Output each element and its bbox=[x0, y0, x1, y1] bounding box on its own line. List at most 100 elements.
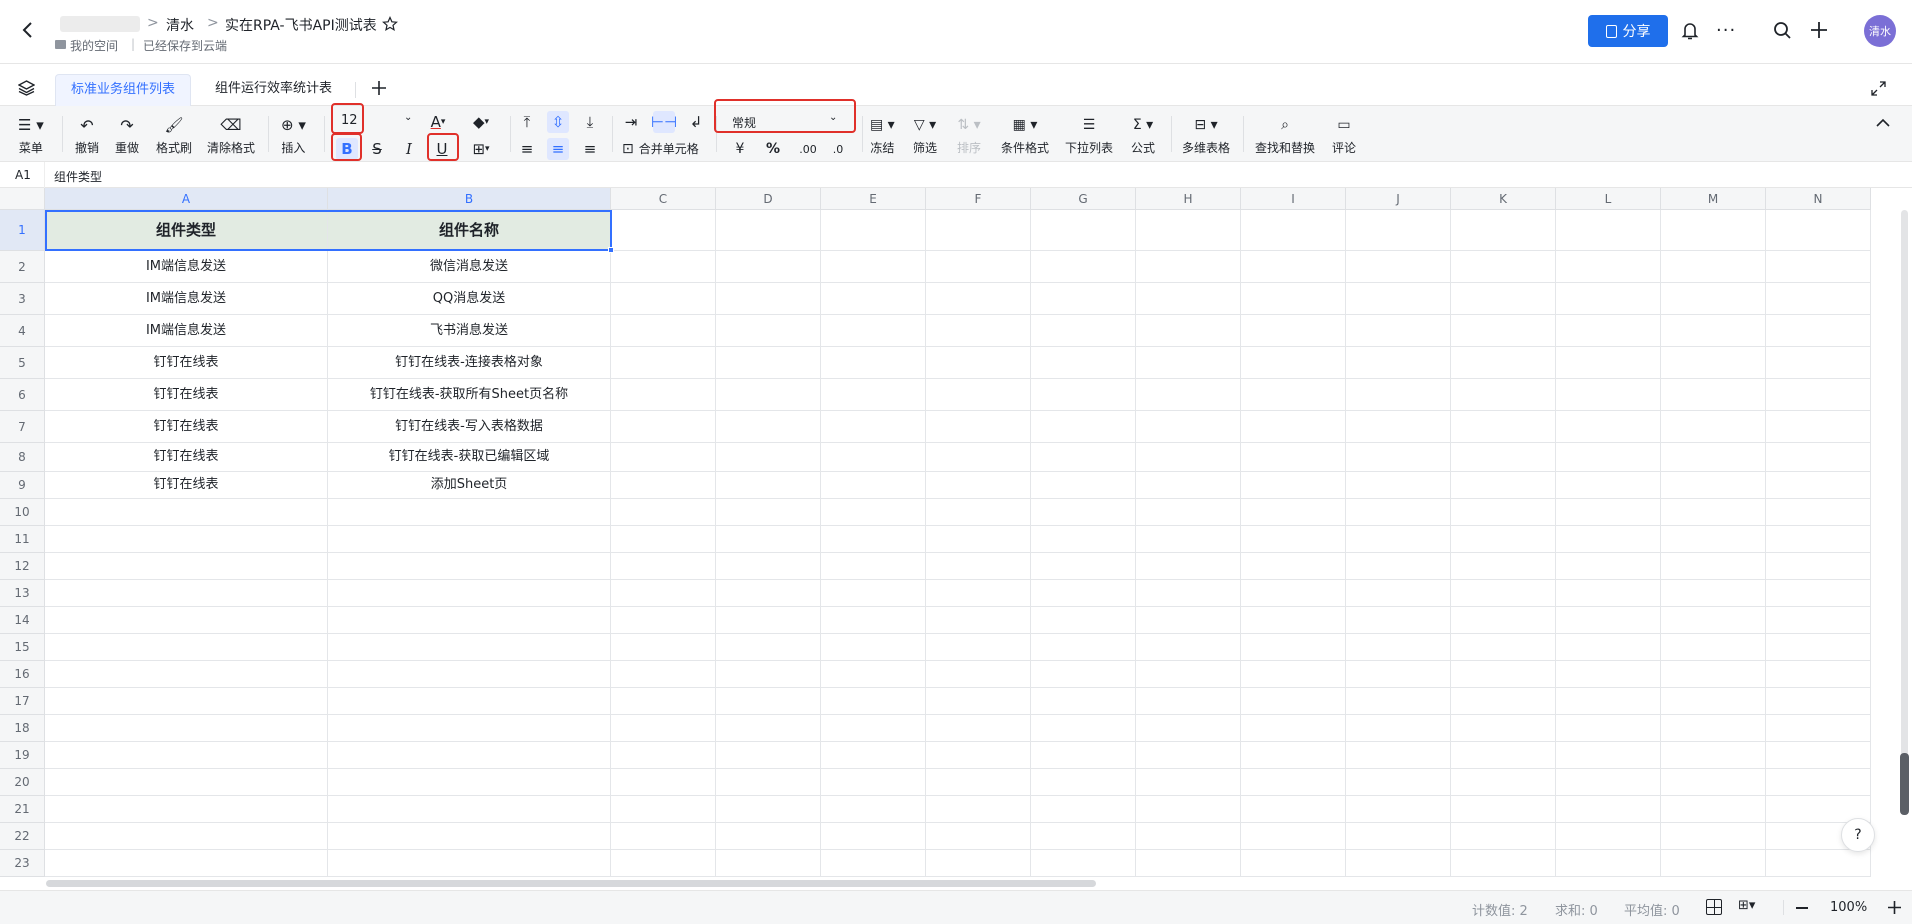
table-cell[interactable] bbox=[1661, 769, 1766, 796]
row-header-15[interactable]: 15 bbox=[0, 634, 45, 661]
table-cell[interactable] bbox=[1136, 251, 1241, 283]
table-cell[interactable] bbox=[1556, 347, 1661, 379]
table-cell[interactable] bbox=[45, 796, 328, 823]
column-header-h[interactable]: H bbox=[1136, 188, 1241, 210]
table-cell[interactable] bbox=[821, 634, 926, 661]
table-cell[interactable] bbox=[821, 472, 926, 499]
selection-fill-handle[interactable] bbox=[608, 247, 614, 253]
table-cell[interactable] bbox=[328, 688, 611, 715]
table-cell[interactable] bbox=[611, 634, 716, 661]
table-cell[interactable] bbox=[1451, 823, 1556, 850]
table-cell[interactable] bbox=[1766, 553, 1871, 580]
column-header-f[interactable]: F bbox=[926, 188, 1031, 210]
merge-cells-button[interactable]: ⊡ 合并单元格 bbox=[622, 140, 699, 157]
table-cell[interactable]: 钉钉在线表-连接表格对象 bbox=[328, 347, 611, 379]
add-sheet-icon[interactable] bbox=[371, 80, 387, 96]
avatar[interactable]: 清水 bbox=[1864, 15, 1896, 47]
menu-button[interactable]: ☰ ▾ 菜单 bbox=[18, 114, 44, 156]
align-right-icon[interactable]: ≡ bbox=[579, 138, 601, 160]
location-label[interactable]: 我的空间 bbox=[70, 37, 118, 54]
table-cell[interactable] bbox=[1451, 347, 1556, 379]
font-color-icon[interactable]: A ▾ bbox=[423, 111, 453, 133]
table-cell[interactable] bbox=[1136, 688, 1241, 715]
italic-icon[interactable]: I bbox=[398, 138, 420, 160]
table-cell[interactable] bbox=[926, 580, 1031, 607]
bell-icon[interactable] bbox=[1681, 21, 1699, 41]
table-cell[interactable] bbox=[1031, 251, 1136, 283]
row-header-1[interactable]: 1 bbox=[0, 210, 45, 251]
table-cell[interactable] bbox=[1451, 688, 1556, 715]
table-cell[interactable] bbox=[1136, 210, 1241, 251]
table-cell[interactable] bbox=[45, 607, 328, 634]
table-cell[interactable] bbox=[1766, 379, 1871, 411]
table-cell[interactable] bbox=[716, 796, 821, 823]
table-cell[interactable] bbox=[1241, 553, 1346, 580]
add-icon[interactable] bbox=[1810, 21, 1828, 39]
row-header-3[interactable]: 3 bbox=[0, 283, 45, 315]
table-cell[interactable]: IM端信息发送 bbox=[45, 283, 328, 315]
table-cell[interactable] bbox=[1451, 472, 1556, 499]
table-cell[interactable] bbox=[1241, 688, 1346, 715]
table-cell[interactable] bbox=[1661, 715, 1766, 742]
table-cell[interactable] bbox=[1346, 850, 1451, 877]
column-header-g[interactable]: G bbox=[1031, 188, 1136, 210]
table-cell[interactable] bbox=[716, 634, 821, 661]
table-cell[interactable] bbox=[716, 715, 821, 742]
table-cell[interactable] bbox=[926, 283, 1031, 315]
table-cell[interactable] bbox=[1031, 472, 1136, 499]
table-cell[interactable] bbox=[45, 553, 328, 580]
zoom-in-icon[interactable] bbox=[1888, 901, 1901, 914]
currency-icon[interactable]: ¥ bbox=[729, 138, 751, 160]
table-cell[interactable] bbox=[1241, 379, 1346, 411]
table-cell[interactable] bbox=[716, 315, 821, 347]
table-cell[interactable] bbox=[821, 251, 926, 283]
column-header-a[interactable]: A bbox=[45, 188, 328, 210]
table-cell[interactable]: 钉钉在线表 bbox=[45, 411, 328, 443]
table-cell[interactable] bbox=[926, 607, 1031, 634]
table-cell[interactable] bbox=[926, 553, 1031, 580]
table-cell[interactable] bbox=[926, 499, 1031, 526]
table-cell[interactable] bbox=[45, 742, 328, 769]
table-cell[interactable] bbox=[1136, 823, 1241, 850]
table-cell[interactable] bbox=[611, 850, 716, 877]
tab-standard-components[interactable]: 标准业务组件列表 bbox=[55, 74, 192, 106]
table-cell[interactable] bbox=[1556, 283, 1661, 315]
sort-button[interactable]: ⇅ ▾ 排序 bbox=[957, 114, 981, 156]
row-header-5[interactable]: 5 bbox=[0, 347, 45, 379]
table-cell[interactable] bbox=[328, 715, 611, 742]
table-cell[interactable] bbox=[328, 823, 611, 850]
table-cell[interactable] bbox=[1766, 210, 1871, 251]
row-header-23[interactable]: 23 bbox=[0, 850, 45, 877]
table-cell[interactable] bbox=[45, 499, 328, 526]
table-cell[interactable] bbox=[1136, 580, 1241, 607]
table-cell[interactable]: 微信消息发送 bbox=[328, 251, 611, 283]
table-cell[interactable]: 钉钉在线表-获取所有Sheet页名称 bbox=[328, 379, 611, 411]
table-cell[interactable] bbox=[1556, 742, 1661, 769]
row-header-9[interactable]: 9 bbox=[0, 472, 45, 499]
table-cell[interactable] bbox=[1451, 796, 1556, 823]
table-cell[interactable] bbox=[1241, 411, 1346, 443]
table-cell[interactable] bbox=[821, 553, 926, 580]
table-cell[interactable] bbox=[1346, 607, 1451, 634]
table-cell[interactable] bbox=[45, 823, 328, 850]
table-cell[interactable] bbox=[926, 715, 1031, 742]
table-cell[interactable] bbox=[328, 499, 611, 526]
table-cell[interactable] bbox=[1451, 251, 1556, 283]
cell-reference[interactable]: A1 bbox=[15, 168, 31, 182]
table-cell[interactable] bbox=[1241, 850, 1346, 877]
table-cell[interactable] bbox=[1136, 472, 1241, 499]
layers-icon[interactable] bbox=[18, 80, 35, 96]
table-cell[interactable] bbox=[926, 688, 1031, 715]
decrease-decimal-icon[interactable]: .0 bbox=[826, 138, 850, 160]
table-cell[interactable] bbox=[926, 251, 1031, 283]
row-header-8[interactable]: 8 bbox=[0, 443, 45, 472]
table-cell[interactable] bbox=[1661, 823, 1766, 850]
table-cell[interactable] bbox=[926, 634, 1031, 661]
table-cell[interactable] bbox=[1451, 499, 1556, 526]
table-cell[interactable] bbox=[611, 688, 716, 715]
table-cell[interactable] bbox=[1346, 526, 1451, 553]
table-cell[interactable] bbox=[1661, 850, 1766, 877]
table-cell[interactable] bbox=[1661, 347, 1766, 379]
table-cell[interactable] bbox=[611, 251, 716, 283]
table-cell[interactable]: 钉钉在线表 bbox=[45, 443, 328, 472]
